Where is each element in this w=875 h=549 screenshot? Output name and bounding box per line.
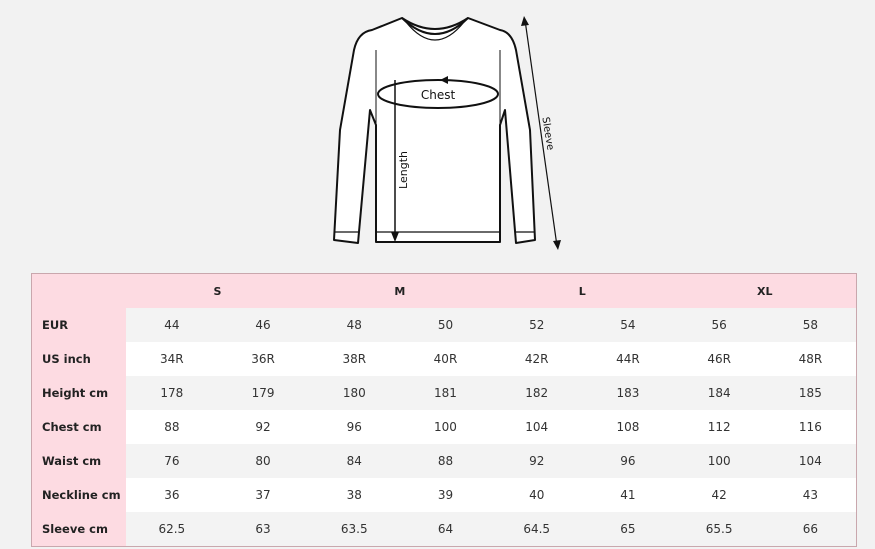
- table-cell: 108: [582, 410, 674, 444]
- table-cell: 66: [764, 512, 857, 547]
- table-cell: 181: [399, 376, 492, 410]
- table-cell: 184: [673, 376, 765, 410]
- row-label: Chest cm: [31, 410, 127, 444]
- table-cell: 36: [126, 478, 218, 512]
- table-cell: 183: [582, 376, 674, 410]
- table-row: US inch 34R 36R 38R 40R 42R 44R 46R 48R: [31, 342, 857, 376]
- table-cell: 185: [764, 376, 857, 410]
- table-cell: 65: [582, 512, 674, 547]
- table-cell: 62.5: [126, 512, 218, 547]
- table-cell: 48R: [764, 342, 857, 376]
- table-cell: 96: [582, 444, 674, 478]
- table-cell: 48: [308, 308, 400, 342]
- size-header: L: [491, 273, 674, 308]
- table-cell: 50: [399, 308, 492, 342]
- table-cell: 37: [217, 478, 309, 512]
- table-cell: 40: [491, 478, 583, 512]
- table-row: Height cm 178 179 180 181 182 183 184 18…: [31, 376, 857, 410]
- size-header: S: [126, 273, 309, 308]
- table-row: EUR 44 46 48 50 52 54 56 58: [31, 308, 857, 342]
- shirt-illustration: Chest Length Sleeve: [333, 16, 561, 250]
- row-label: US inch: [31, 342, 127, 376]
- table-cell: 64: [399, 512, 492, 547]
- length-label: Length: [397, 151, 410, 189]
- table-cell: 64.5: [491, 512, 583, 547]
- table-cell: 180: [308, 376, 400, 410]
- size-header: M: [308, 273, 492, 308]
- table-cell: 38: [308, 478, 400, 512]
- table-cell: 104: [764, 444, 857, 478]
- table-cell: 52: [491, 308, 583, 342]
- table-cell: 92: [217, 410, 309, 444]
- table-cell: 42: [673, 478, 765, 512]
- table-cell: 76: [126, 444, 218, 478]
- table-cell: 96: [308, 410, 400, 444]
- table-cell: 178: [126, 376, 218, 410]
- table-cell: 40R: [399, 342, 492, 376]
- chest-label: Chest: [421, 88, 456, 102]
- table-row: Neckline cm 36 37 38 39 40 41 42 43: [31, 478, 857, 512]
- table-cell: 58: [764, 308, 857, 342]
- table-cell: 44: [126, 308, 218, 342]
- shirt-measurement-diagram: Chest Length Sleeve: [320, 10, 580, 260]
- table-cell: 92: [491, 444, 583, 478]
- table-cell: 100: [673, 444, 765, 478]
- table-cell: 80: [217, 444, 309, 478]
- table-cell: 116: [764, 410, 857, 444]
- table-row: Waist cm 76 80 84 88 92 96 100 104: [31, 444, 857, 478]
- row-label: EUR: [31, 308, 127, 342]
- table-row: Chest cm 88 92 96 100 104 108 112 116: [31, 410, 857, 444]
- corner-cell: [31, 273, 127, 308]
- table-cell: 36R: [217, 342, 309, 376]
- table-cell: 65.5: [673, 512, 765, 547]
- row-label: Waist cm: [31, 444, 127, 478]
- table-cell: 88: [126, 410, 218, 444]
- table-cell: 54: [582, 308, 674, 342]
- size-chart-table: S M L XL EUR 44 46 48 50 52 54 56 58 US …: [31, 273, 857, 547]
- row-label: Sleeve cm: [31, 512, 127, 547]
- sleeve-label: Sleeve: [539, 116, 555, 151]
- row-label: Neckline cm: [31, 478, 127, 512]
- table-cell: 100: [399, 410, 492, 444]
- table-cell: 44R: [582, 342, 674, 376]
- table-cell: 112: [673, 410, 765, 444]
- table-cell: 46R: [673, 342, 765, 376]
- table-cell: 182: [491, 376, 583, 410]
- table-row: Sleeve cm 62.5 63 63.5 64 64.5 65 65.5 6…: [31, 512, 857, 547]
- table-cell: 88: [399, 444, 492, 478]
- table-cell: 46: [217, 308, 309, 342]
- table-cell: 63: [217, 512, 309, 547]
- row-label: Height cm: [31, 376, 127, 410]
- table-cell: 38R: [308, 342, 400, 376]
- table-cell: 39: [399, 478, 492, 512]
- size-header: XL: [673, 273, 857, 308]
- table-cell: 179: [217, 376, 309, 410]
- table-cell: 56: [673, 308, 765, 342]
- table-cell: 104: [491, 410, 583, 444]
- table-cell: 42R: [491, 342, 583, 376]
- table-cell: 84: [308, 444, 400, 478]
- size-header-row: S M L XL: [31, 273, 857, 308]
- table-cell: 43: [764, 478, 857, 512]
- table-cell: 41: [582, 478, 674, 512]
- table-cell: 63.5: [308, 512, 400, 547]
- table-cell: 34R: [126, 342, 218, 376]
